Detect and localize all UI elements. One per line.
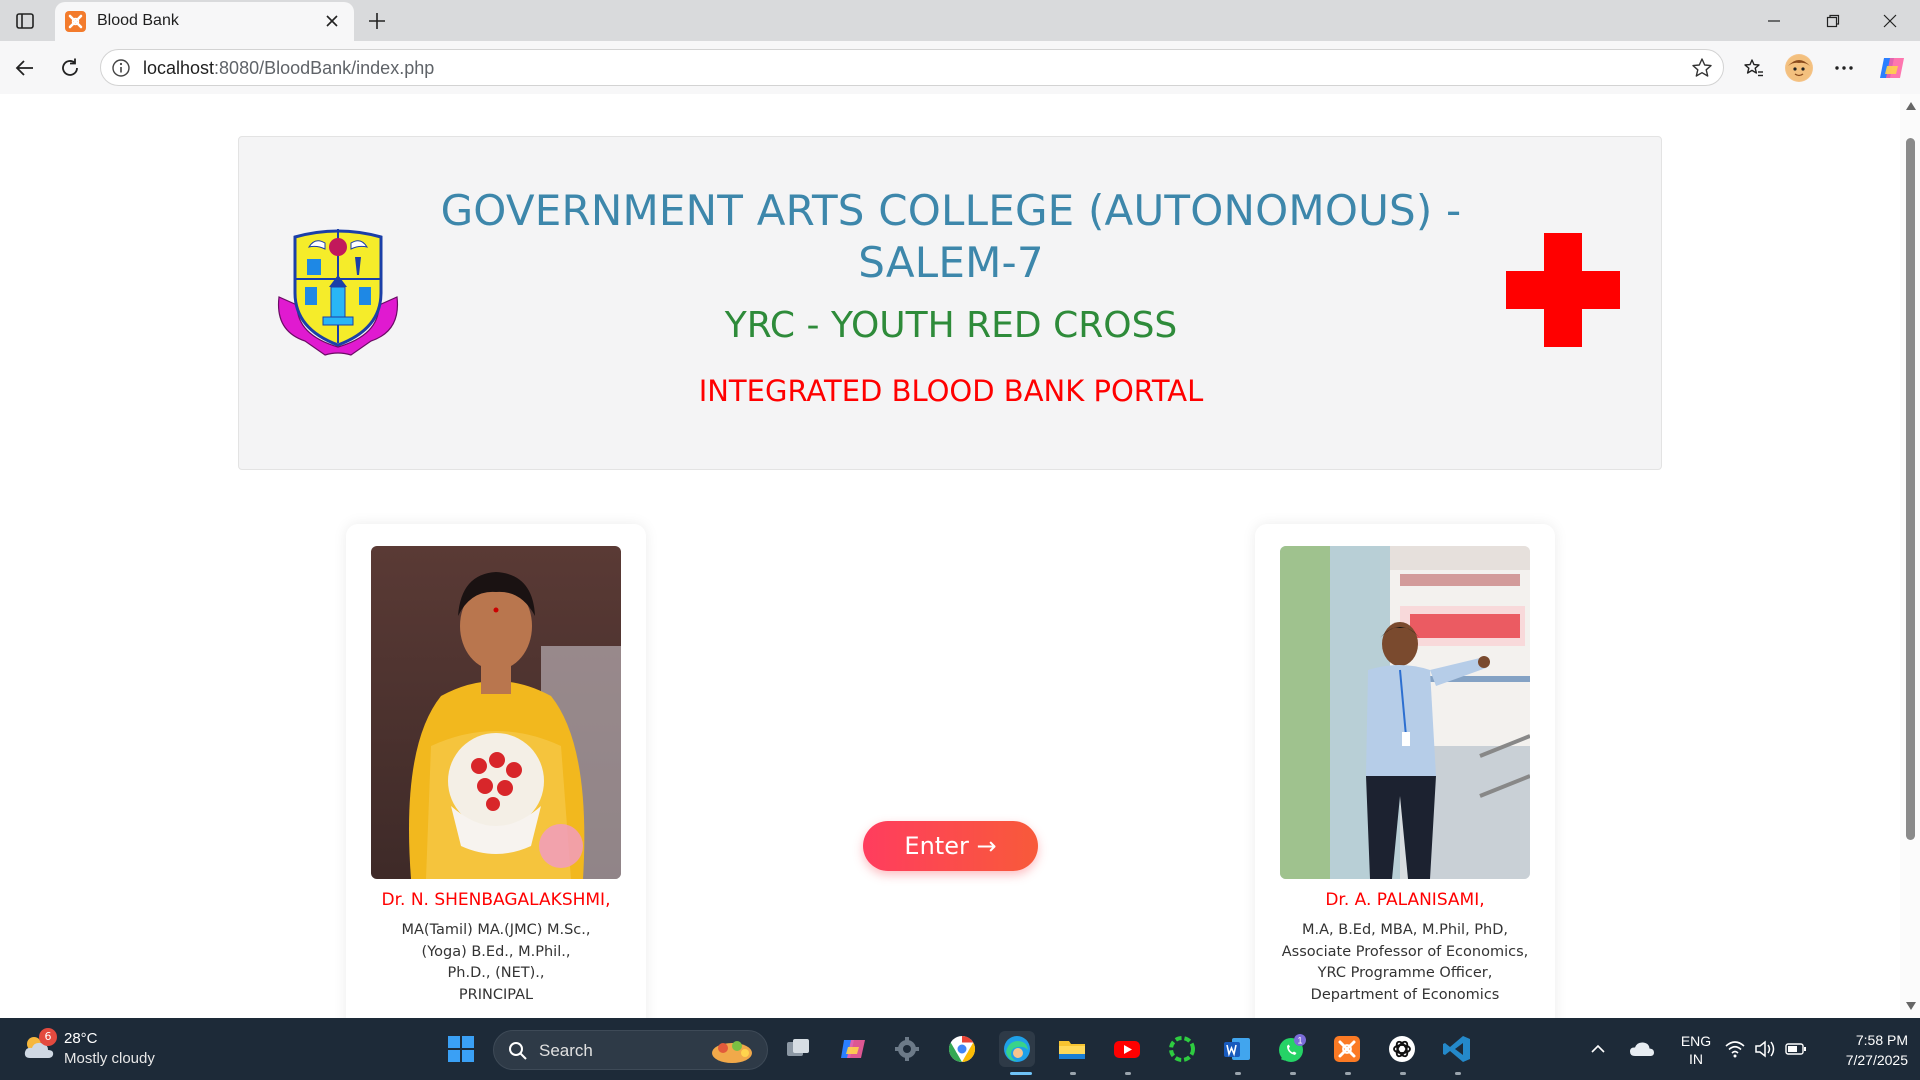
url-path: :8080/BloodBank/index.php [214,58,435,78]
language-indicator[interactable]: ENG IN [1676,1032,1716,1068]
file-explorer-icon[interactable] [1054,1031,1090,1067]
back-arrow-icon[interactable] [10,53,40,83]
principal-qualifications: MA(Tamil) MA.(JMC) M.Sc., (Yoga) B.Ed., … [346,920,646,1006]
weather-widget[interactable]: 6 28°C Mostly cloudy [20,1028,180,1072]
principal-designation: PRINCIPAL [458,986,534,1003]
favorite-star-icon[interactable] [1691,57,1713,79]
language-code: ENG [1680,1033,1712,1049]
page-scrollbar[interactable] [1900,94,1920,1018]
college-title-line2: SALEM-7 [858,238,1044,287]
search-highlight-icon [712,1041,752,1063]
youtube-icon[interactable] [1109,1031,1145,1067]
browser-tab-bar: Blood Bank [0,0,1920,41]
officer-qual-line: M.A, B.Ed, MBA, M.Phil, PhD, [1301,922,1509,938]
whatsapp-icon[interactable]: 1 [1274,1031,1310,1067]
reload-icon[interactable] [55,53,85,83]
green-ring-app-icon[interactable] [1164,1031,1200,1067]
copilot-app-icon[interactable] [835,1031,871,1067]
show-hidden-icons-chevron-icon[interactable] [1583,1031,1613,1067]
settings-gear-icon[interactable] [889,1031,925,1067]
address-bar[interactable]: localhost:8080/BloodBank/index.php [100,49,1724,86]
weather-badge: 6 [39,1028,57,1046]
windows-start-icon[interactable] [443,1031,479,1067]
more-options-icon[interactable] [1830,54,1858,82]
google-chrome-icon[interactable] [944,1031,980,1067]
microsoft-word-icon[interactable] [1219,1031,1255,1067]
weather-temp: 28°C [64,1030,98,1047]
battery-icon[interactable] [1780,1031,1812,1067]
taskbar-clock[interactable]: 7:58 PM 7/27/2025 [1812,1030,1908,1070]
tab-actions-icon[interactable] [12,8,38,34]
principal-name: Dr. N. SHENBAGALAKSHMI, [381,890,611,910]
xampp-favicon-icon [65,11,86,32]
onedrive-cloud-icon[interactable] [1625,1031,1659,1067]
url-host: localhost [143,58,215,78]
principal-qual-line: (Yoga) B.Ed., M.Phil., [421,943,571,960]
programme-officer-card: Dr. A. PALANISAMI, M.A, B.Ed, MBA, M.Phi… [1255,524,1555,1018]
weather-condition: Mostly cloudy [64,1050,155,1067]
scroll-down-arrow-icon[interactable] [1906,1002,1916,1010]
windows-taskbar: 6 28°C Mostly cloudy Search 1 ENG IN 7:5… [0,1018,1920,1080]
url-text: localhost:8080/BloodBank/index.php [143,58,434,79]
search-icon [509,1042,527,1060]
taskbar-search[interactable]: Search [493,1030,768,1070]
yrc-title: YRC - YOUTH RED CROSS [724,305,1178,346]
profile-avatar-icon[interactable] [1785,54,1813,82]
whatsapp-badge: 1 [1297,1036,1302,1046]
copilot-icon[interactable] [1878,54,1906,82]
restore-icon[interactable] [1811,4,1855,38]
programme-officer-qualifications: M.A, B.Ed, MBA, M.Phil, PhD, Associate P… [1255,920,1555,1006]
officer-qual-line: Department of Economics [1310,986,1500,1003]
college-title-line1: GOVERNMENT ARTS COLLEGE (AUTONOMOUS) - [440,186,1462,235]
principal-qual-line: Ph.D., (NET)., [447,965,545,981]
new-tab-icon[interactable] [362,6,392,36]
clock-date: 7/27/2025 [1845,1052,1908,1068]
principal-photo [371,546,621,879]
programme-officer-photo [1280,546,1530,879]
enter-button[interactable]: Enter → [863,821,1038,871]
officer-qual-line: Associate Professor of Economics, [1281,943,1529,960]
close-window-icon[interactable] [1868,4,1912,38]
search-placeholder: Search [539,1041,593,1060]
college-crest-logo [275,223,401,361]
site-info-icon[interactable] [111,58,131,78]
principal-qual-line: MA(Tamil) MA.(JMC) M.Sc., [401,922,591,938]
task-view-icon[interactable] [780,1031,816,1067]
scrollbar-thumb[interactable] [1906,138,1915,840]
close-tab-icon[interactable] [320,9,344,33]
xampp-icon[interactable] [1329,1031,1365,1067]
page-viewport: GOVERNMENT ARTS COLLEGE (AUTONOMOUS) - S… [0,94,1900,1018]
tab-title: Blood Bank [97,12,179,29]
wifi-icon[interactable] [1720,1031,1750,1067]
scroll-up-arrow-icon[interactable] [1906,102,1916,110]
favorites-icon[interactable] [1740,54,1768,82]
volume-icon[interactable] [1750,1031,1780,1067]
portal-title: INTEGRATED BLOOD BANK PORTAL [698,374,1204,408]
college-title: GOVERNMENT ARTS COLLEGE (AUTONOMOUS) - S… [419,185,1483,289]
browser-toolbar: localhost:8080/BloodBank/index.php [0,41,1920,94]
keyboard-region: IN [1689,1051,1703,1067]
header-card: GOVERNMENT ARTS COLLEGE (AUTONOMOUS) - S… [238,136,1662,470]
chatgpt-icon[interactable] [1384,1031,1420,1067]
minimize-icon[interactable] [1752,4,1796,38]
browser-tab[interactable]: Blood Bank [55,2,354,41]
clock-time: 7:58 PM [1855,1032,1908,1048]
officer-qual-line: YRC Programme Officer, [1317,965,1493,981]
vscode-icon[interactable] [1439,1031,1475,1067]
red-cross-icon [1506,233,1620,347]
programme-officer-name: Dr. A. PALANISAMI, [1325,890,1485,910]
principal-card: Dr. N. SHENBAGALAKSHMI, MA(Tamil) MA.(JM… [346,524,646,1018]
edge-browser-icon[interactable] [999,1031,1035,1067]
